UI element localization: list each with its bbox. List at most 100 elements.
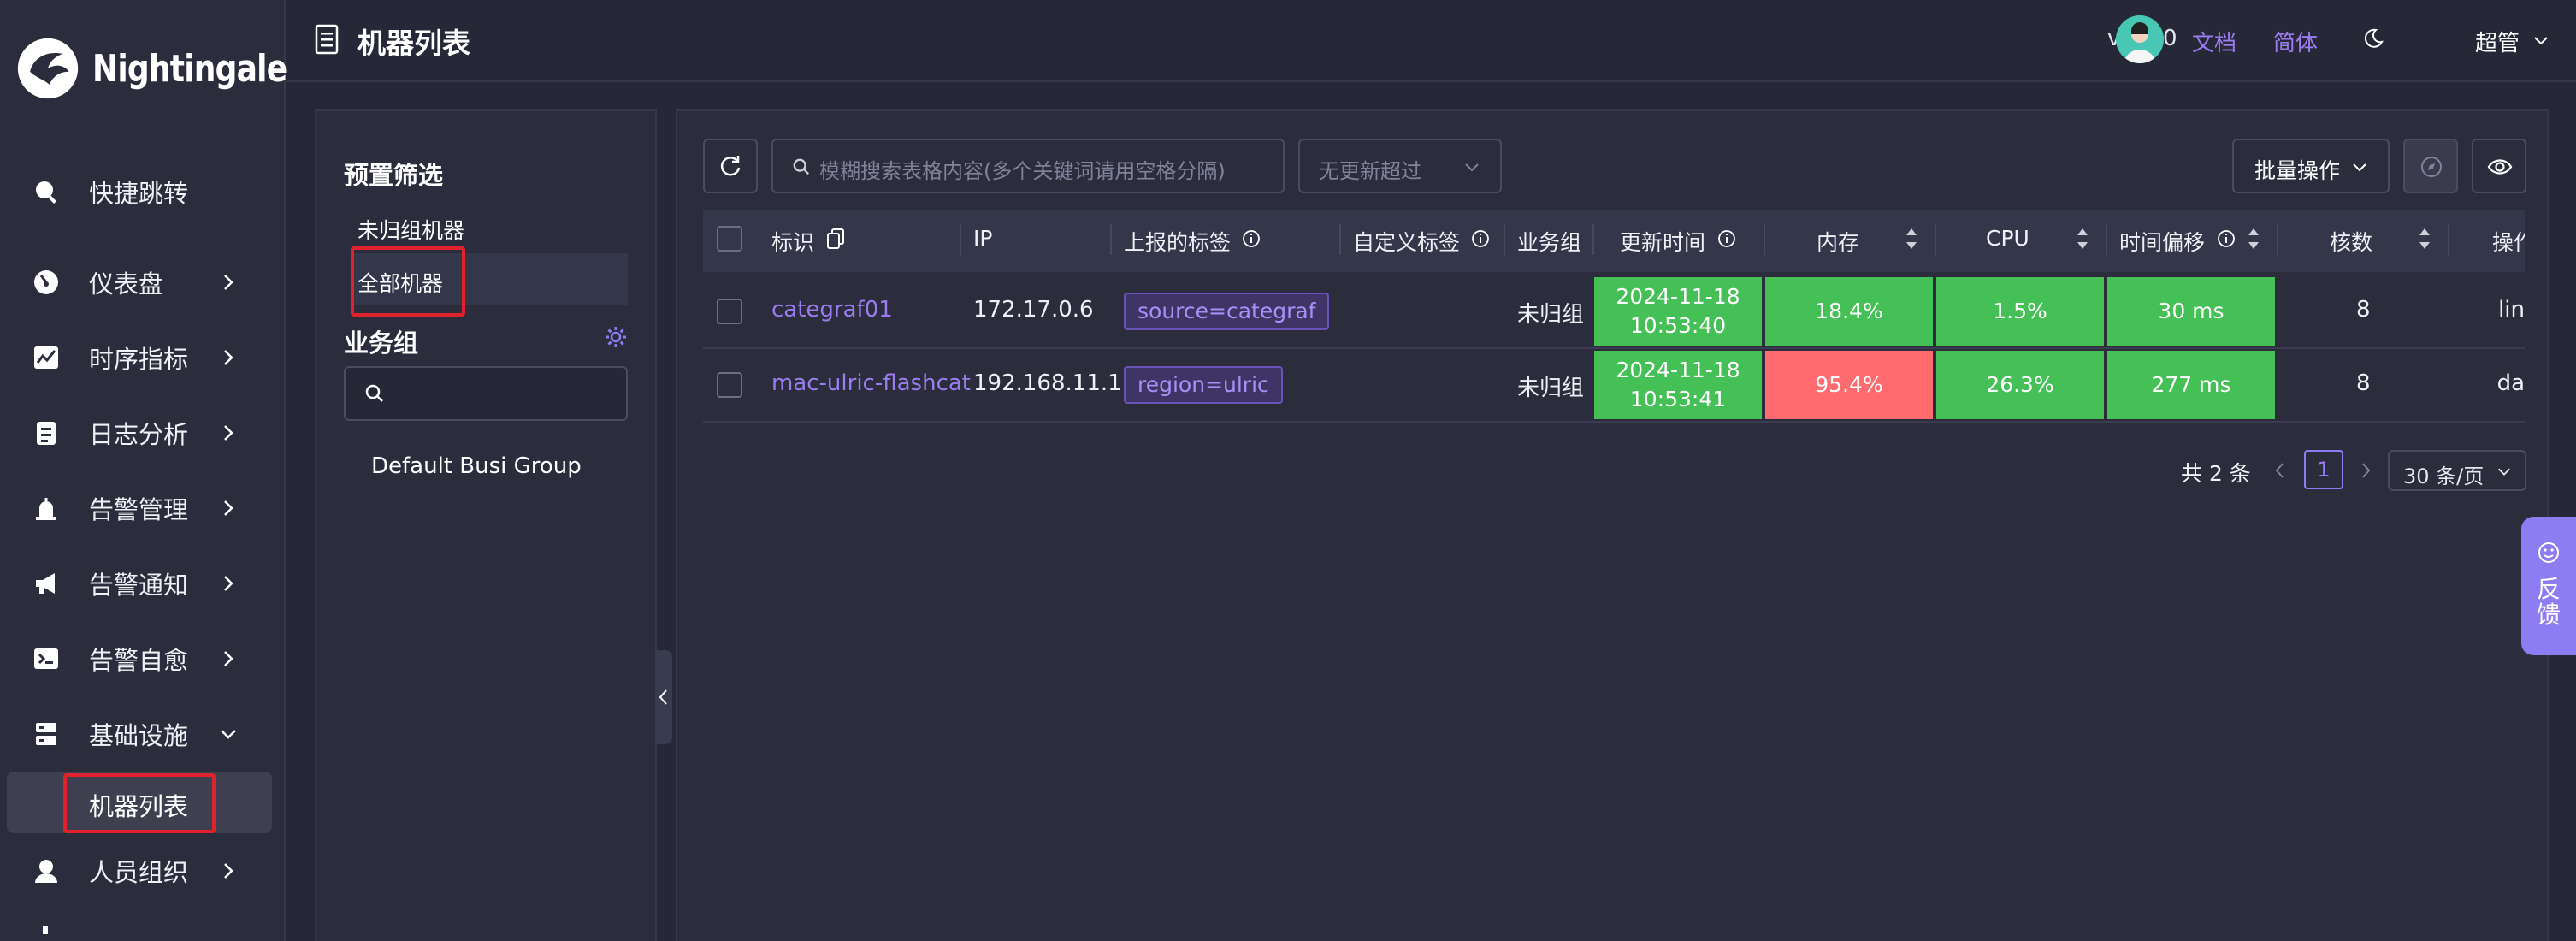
preset-filter-title: 预置筛选 [344, 161, 444, 190]
row-ip: 172.17.0.6 [973, 297, 1094, 323]
nav-metrics[interactable]: 时序指标 [0, 323, 286, 392]
nav-label: 时序指标 [89, 345, 189, 374]
busi-group-settings-icon[interactable] [604, 325, 628, 349]
log-icon [31, 417, 62, 448]
select-all-checkbox[interactable] [717, 226, 742, 252]
chevron-right-icon [224, 350, 233, 365]
batch-operations-button[interactable]: 批量操作 [2232, 139, 2390, 193]
sort-icon[interactable] [2246, 226, 2261, 252]
sort-icon[interactable] [2417, 226, 2432, 252]
page-1-button[interactable]: 1 [2304, 450, 2343, 489]
nav-label: 告警通知 [89, 571, 189, 600]
nav-infrastructure[interactable]: 基础设施 [0, 700, 286, 768]
terminal-icon [31, 643, 62, 674]
info-icon[interactable] [2217, 229, 2236, 248]
feedback-label: 反馈 [2537, 575, 2561, 629]
no-update-select[interactable]: 无更新超过 [1298, 139, 1502, 193]
chevron-right-icon [224, 425, 233, 441]
row-update-time-cell: 2024-11-18 10:53:41 [1594, 351, 1762, 419]
row-checkbox[interactable] [717, 299, 742, 324]
sort-icon[interactable] [2075, 226, 2090, 252]
sort-icon[interactable] [1904, 226, 1919, 252]
dark-mode-toggle-icon[interactable] [2362, 27, 2384, 50]
table-search-input[interactable]: 模糊搜索表格内容(多个关键词请用空格分隔) [771, 139, 1285, 193]
chevron-right-icon [224, 500, 233, 516]
row-action[interactable]: da [2461, 370, 2525, 396]
row-offset: 30 ms [2158, 299, 2224, 323]
preset-all-machines[interactable]: 全部机器 [357, 267, 443, 298]
nav-alert-notify[interactable]: 告警通知 [0, 549, 286, 618]
busi-group-search-input[interactable] [344, 366, 628, 421]
row-action-clip: da [2461, 370, 2525, 401]
row-ident-link[interactable]: mac-ulric-flashcat [771, 370, 971, 396]
row-reported-tag[interactable]: source=categraf [1124, 293, 1330, 330]
nav-next-partial[interactable] [0, 915, 286, 941]
nav-label: 告警管理 [89, 495, 189, 524]
column-visibility-button[interactable] [2472, 139, 2526, 193]
next-page-icon[interactable] [2357, 460, 2374, 481]
chevron-down-icon [221, 730, 236, 739]
busi-group-title: 业务组 [344, 328, 419, 358]
row-memory: 18.4% [1815, 299, 1883, 323]
row-checkbox[interactable] [717, 372, 742, 398]
info-icon[interactable] [1717, 229, 1736, 248]
row-cores: 8 [2356, 297, 2371, 323]
row-offset-cell: 277 ms [2107, 351, 2275, 419]
megaphone-icon [31, 568, 62, 599]
search-icon [31, 176, 62, 207]
chevron-left-icon [659, 689, 667, 705]
column-separator [1504, 224, 1505, 255]
row-update-date: 2024-11-18 [1616, 358, 1740, 382]
info-icon[interactable] [1471, 229, 1490, 248]
page-number: 1 [2317, 458, 2331, 482]
nav-self-healing[interactable]: 告警自愈 [0, 624, 286, 693]
language-switch[interactable]: 简体 [2273, 26, 2318, 57]
user-menu-chevron-icon[interactable] [2532, 31, 2550, 50]
eye-icon [2487, 159, 2513, 175]
nav-quick-jump[interactable]: 快捷跳转 [0, 157, 286, 226]
row-action[interactable]: lin [2461, 297, 2525, 323]
feedback-tab[interactable]: 反馈 [2521, 517, 2576, 655]
row-offset-cell: 30 ms [2107, 277, 2275, 346]
row-update-date: 2024-11-18 [1616, 284, 1740, 309]
page-list-icon [315, 24, 339, 55]
refresh-button[interactable] [703, 139, 758, 193]
docs-link[interactable]: 文档 [2192, 26, 2236, 57]
nav-alert-management[interactable]: 告警管理 [0, 474, 286, 542]
user-name[interactable]: 超管 [2475, 26, 2520, 57]
explore-button[interactable] [2403, 139, 2458, 193]
search-icon [793, 158, 810, 175]
page-size-select[interactable]: 30 条/页 [2388, 450, 2526, 491]
preset-ungrouped[interactable]: 未归组机器 [357, 214, 464, 245]
nav-sub-machine-list[interactable]: 机器列表 [7, 772, 272, 833]
nav-dashboard[interactable]: 仪表盘 [0, 248, 286, 317]
nav-label: 仪表盘 [89, 269, 164, 299]
user-avatar[interactable] [2116, 15, 2164, 63]
column-separator [1339, 224, 1341, 255]
column-separator [2448, 224, 2449, 255]
col-ip: IP [973, 226, 993, 251]
row-cpu-cell: 26.3% [1936, 351, 2104, 419]
chevron-down-icon [1465, 163, 1479, 172]
row-memory: 95.4% [1815, 372, 1883, 397]
nav-label: 基础设施 [89, 721, 189, 750]
row-ident-link[interactable]: categraf01 [771, 297, 893, 323]
nav-log-analysis[interactable]: 日志分析 [0, 399, 286, 467]
column-separator [1935, 224, 1936, 255]
chevron-right-icon [224, 863, 233, 879]
row-memory-cell: 18.4% [1765, 277, 1933, 346]
info-icon[interactable] [1242, 229, 1261, 248]
prev-page-icon[interactable] [2272, 460, 2289, 481]
nav-people-org[interactable]: 人员组织 [0, 837, 286, 905]
dashboard-icon [31, 267, 62, 298]
row-cores: 8 [2356, 370, 2371, 396]
row-reported-tag[interactable]: region=ulric [1124, 366, 1283, 404]
col-ident: 标识 [771, 230, 815, 255]
busi-group-item[interactable]: Default Busi Group [371, 453, 582, 479]
copy-icon[interactable] [826, 228, 845, 250]
avatar-icon [2116, 15, 2164, 63]
brand-logo[interactable]: Nightingale [15, 33, 329, 104]
collapse-filter-handle[interactable] [655, 650, 672, 744]
chevron-down-icon [2497, 468, 2511, 476]
row-update-clock: 10:53:41 [1629, 387, 1727, 411]
